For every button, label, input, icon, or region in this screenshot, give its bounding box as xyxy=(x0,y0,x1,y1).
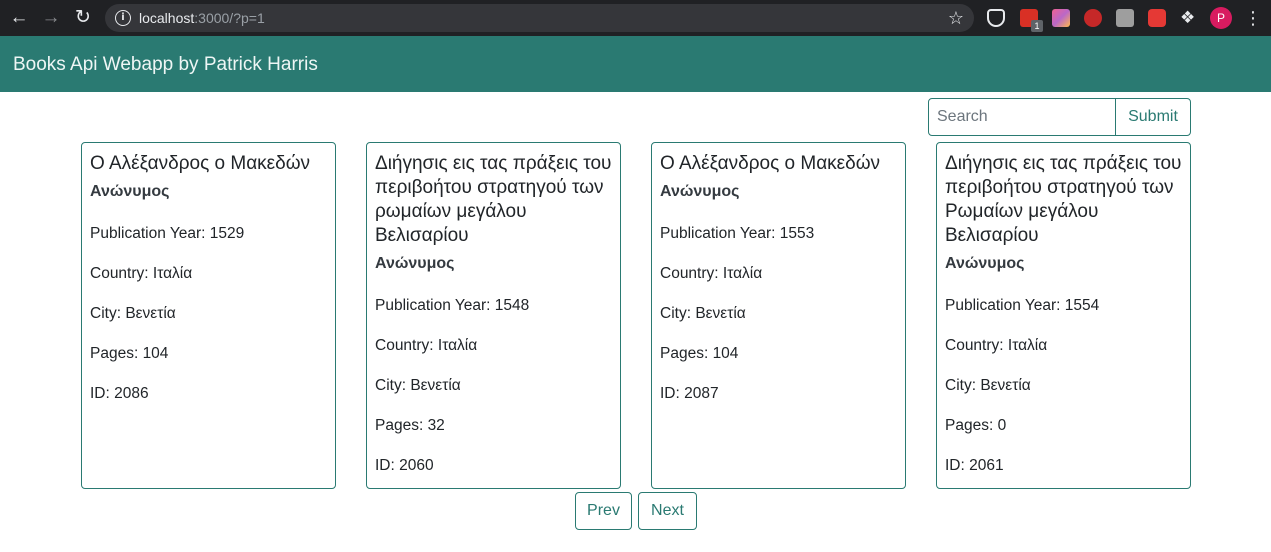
forward-arrow-icon[interactable]: → xyxy=(39,6,63,30)
publication-year-value: 1529 xyxy=(209,225,245,242)
extension-badge: 1 xyxy=(1031,20,1043,32)
id-value: 2086 xyxy=(114,385,149,402)
publication-year-label: Publication Year: xyxy=(375,297,495,314)
id-label: ID: xyxy=(660,385,685,402)
pages: Pages: 104 xyxy=(90,344,327,364)
book-author: Ανώνυμος xyxy=(375,255,455,272)
submit-button[interactable]: Submit xyxy=(1115,98,1191,136)
city: City: Βενετία xyxy=(375,376,612,396)
id-value: 2061 xyxy=(969,457,1004,474)
next-button[interactable]: Next xyxy=(638,492,697,530)
book-author: Ανώνυμος xyxy=(945,255,1025,272)
pages-label: Pages: xyxy=(945,417,998,434)
country-label: Country: xyxy=(660,265,723,282)
publication-year-value: 1548 xyxy=(494,297,530,314)
country-value: Ιταλία xyxy=(437,337,478,354)
bug-extension-icon[interactable] xyxy=(1148,9,1166,27)
city-value: Βενετία xyxy=(125,305,176,322)
city-value: Βενετία xyxy=(410,377,461,394)
city-label: City: xyxy=(945,377,981,394)
book-title: Ο Αλέξανδρος ο Μακεδών xyxy=(660,153,881,174)
search-input[interactable] xyxy=(928,98,1116,136)
pages-value: 32 xyxy=(427,417,445,434)
city-value: Βενετία xyxy=(980,377,1031,394)
book-author: Ανώνυμος xyxy=(90,183,170,200)
book-title: Διήγησις εις τας πράξεις του περιβοήτου … xyxy=(945,153,1182,246)
publication-year: Publication Year: 1553 xyxy=(660,224,897,244)
address-bar[interactable]: i localhost:3000/?p=1 ☆ xyxy=(105,4,974,32)
pages: Pages: 0 xyxy=(945,416,1182,436)
country-label: Country: xyxy=(90,265,153,282)
book-card: Διήγησις εις τας πράξεις του περιβοήτου … xyxy=(936,142,1191,489)
publication-year-label: Publication Year: xyxy=(90,225,210,242)
book-id: ID: 2086 xyxy=(90,384,327,404)
browser-menu-icon[interactable]: ⋮ xyxy=(1244,6,1262,30)
color-extension-icon[interactable] xyxy=(1052,9,1070,27)
pages: Pages: 104 xyxy=(660,344,897,364)
city: City: Βενετία xyxy=(945,376,1182,396)
country-value: Ιταλία xyxy=(152,265,193,282)
pages: Pages: 32 xyxy=(375,416,612,436)
navbar-brand[interactable]: Books Api Webapp by Patrick Harris xyxy=(13,36,318,92)
app-navbar: Books Api Webapp by Patrick Harris xyxy=(0,36,1271,92)
city: City: Βενετία xyxy=(660,304,897,324)
book-card: Ο Αλέξανδρος ο Μακεδών Ανώνυμος Publicat… xyxy=(81,142,336,489)
id-value: 2087 xyxy=(684,385,719,402)
pages-label: Pages: xyxy=(375,417,428,434)
city-value: Βενετία xyxy=(695,305,746,322)
publication-year: Publication Year: 1548 xyxy=(375,296,612,316)
city: City: Βενετία xyxy=(90,304,327,324)
country: Country: Ιταλία xyxy=(375,336,612,356)
prev-button[interactable]: Prev xyxy=(575,492,632,530)
publication-year: Publication Year: 1554 xyxy=(945,296,1182,316)
publication-year-label: Publication Year: xyxy=(945,297,1065,314)
id-value: 2060 xyxy=(399,457,434,474)
book-title: Ο Αλέξανδρος ο Μακεδών xyxy=(90,153,311,174)
pocket-extension-icon[interactable] xyxy=(987,9,1005,27)
country-value: Ιταλία xyxy=(722,265,763,282)
publication-year-label: Publication Year: xyxy=(660,225,780,242)
bookmark-star-icon[interactable]: ☆ xyxy=(948,7,964,29)
country-value: Ιταλία xyxy=(1007,337,1048,354)
pages-label: Pages: xyxy=(660,345,713,362)
book-id: ID: 2060 xyxy=(375,456,612,476)
extensions-puzzle-icon[interactable]: ❖ xyxy=(1180,6,1195,30)
book-card: Ο Αλέξανδρος ο Μακεδών Ανώνυμος Publicat… xyxy=(651,142,906,489)
country: Country: Ιταλία xyxy=(90,264,327,284)
country-label: Country: xyxy=(945,337,1008,354)
info-icon[interactable]: i xyxy=(115,10,131,26)
back-arrow-icon[interactable]: ← xyxy=(7,6,31,30)
city-label: City: xyxy=(660,305,696,322)
book-id: ID: 2087 xyxy=(660,384,897,404)
book-author: Ανώνυμος xyxy=(660,183,740,200)
publication-year-value: 1553 xyxy=(779,225,815,242)
book-title: Διήγησις εις τας πράξεις του περιβοήτου … xyxy=(375,153,612,246)
id-label: ID: xyxy=(90,385,115,402)
reader-extension-icon[interactable] xyxy=(1116,9,1134,27)
pages-value: 104 xyxy=(142,345,169,362)
reload-icon[interactable]: ↻ xyxy=(71,6,95,30)
url-text[interactable]: localhost:3000/?p=1 xyxy=(139,4,265,32)
pages-value: 0 xyxy=(997,417,1007,434)
pages-label: Pages: xyxy=(90,345,143,362)
country: Country: Ιταλία xyxy=(945,336,1182,356)
country: Country: Ιταλία xyxy=(660,264,897,284)
profile-avatar[interactable]: P xyxy=(1210,7,1232,29)
stop-hand-extension-icon[interactable] xyxy=(1084,9,1102,27)
city-label: City: xyxy=(375,377,411,394)
publication-year: Publication Year: 1529 xyxy=(90,224,327,244)
city-label: City: xyxy=(90,305,126,322)
country-label: Country: xyxy=(375,337,438,354)
book-id: ID: 2061 xyxy=(945,456,1182,476)
browser-toolbar: ← → ↻ i localhost:3000/?p=1 ☆ 1 ❖ P ⋮ xyxy=(0,0,1271,36)
publication-year-value: 1554 xyxy=(1064,297,1100,314)
pages-value: 104 xyxy=(712,345,739,362)
id-label: ID: xyxy=(375,457,400,474)
url-host: localhost xyxy=(139,10,195,26)
book-card: Διήγησις εις τας πράξεις του περιβοήτου … xyxy=(366,142,621,489)
id-label: ID: xyxy=(945,457,970,474)
url-path: :3000/?p=1 xyxy=(194,10,265,26)
